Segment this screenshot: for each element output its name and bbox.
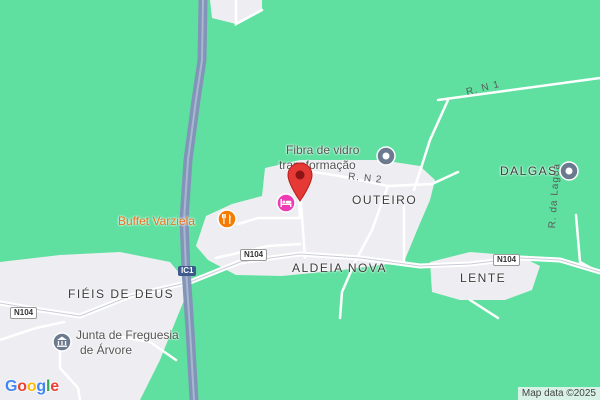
poi-label-fibra-line1[interactable]: Fibra de vidro (286, 144, 359, 156)
poi-label-junta-line2[interactable]: de Árvore (80, 344, 132, 356)
logo-letter: o (17, 378, 27, 395)
map-pin-icon[interactable] (286, 162, 314, 202)
place-label-fieis-de-deus: FIÉIS DE DEUS (68, 287, 175, 301)
logo-letter: G (5, 378, 18, 395)
route-shield-ic1: IC1 (178, 266, 197, 276)
institution-icon[interactable] (52, 332, 72, 352)
place-icon[interactable] (558, 160, 580, 182)
route-shield-n104: N104 (10, 307, 38, 319)
highway-ic1 (179, 0, 208, 400)
restaurant-icon[interactable] (217, 209, 237, 229)
place-icon[interactable] (375, 145, 397, 167)
google-logo[interactable]: Google (5, 378, 59, 396)
route-shield-n104: N104 (240, 249, 268, 261)
place-label-outeiro: OUTEIRO (352, 193, 418, 207)
logo-letter: e (50, 378, 59, 395)
place-label-aldeia-nova: ALDEIA NOVA (292, 261, 387, 275)
map-canvas[interactable]: R. N 1 R. N 2 R. da Lagoa IC1 N104 N104 … (0, 0, 600, 400)
poi-label-junta-line1[interactable]: Junta de Freguesia (76, 329, 179, 341)
place-label-dalgas: DALGAS (500, 164, 558, 178)
logo-letter: o (26, 378, 37, 395)
place-label-lente: LENTE (460, 271, 507, 285)
poi-label-buffet[interactable]: Buffet Varziela (118, 215, 195, 227)
logo-letter: g (36, 378, 46, 395)
map-attribution[interactable]: Map data ©2025 (517, 387, 600, 400)
route-shield-n104: N104 (493, 254, 521, 266)
